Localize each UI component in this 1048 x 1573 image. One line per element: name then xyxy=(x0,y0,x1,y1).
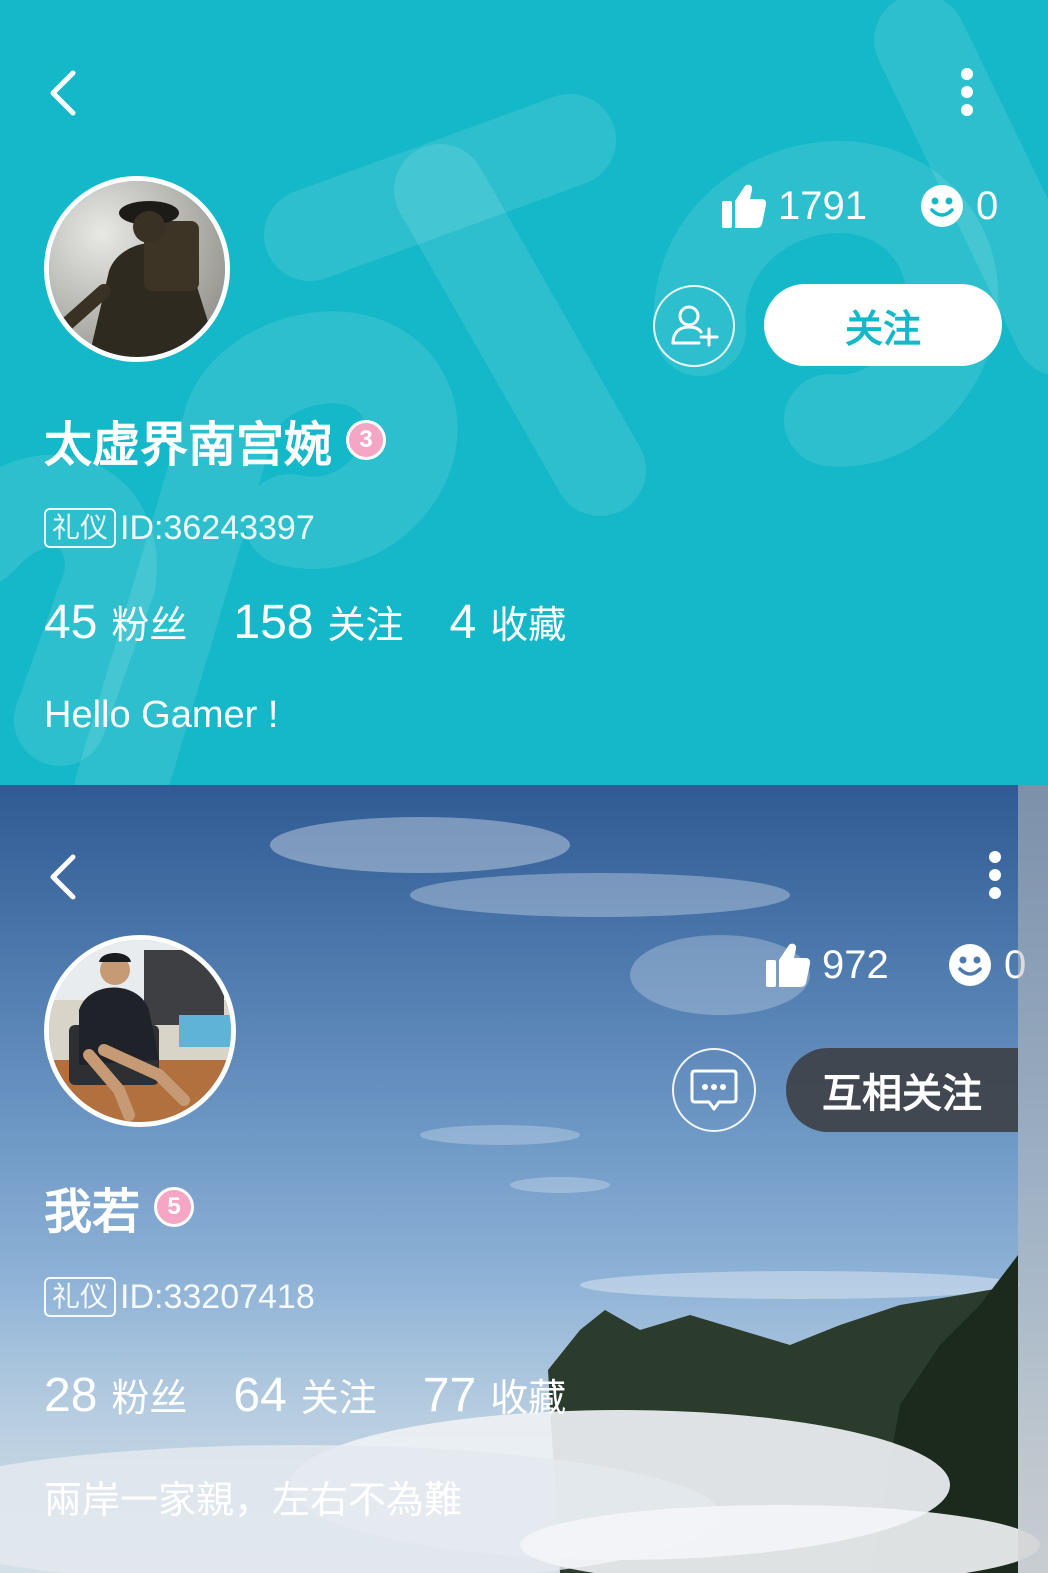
avatar[interactable] xyxy=(44,935,236,1127)
likes-stat[interactable]: 1791 xyxy=(722,178,867,234)
following-label[interactable]: 关注 xyxy=(328,594,404,649)
message-icon xyxy=(690,1069,738,1111)
avatar-image xyxy=(49,181,225,357)
thumbs-up-icon xyxy=(722,184,766,228)
smiles-count: 0 xyxy=(976,183,999,228)
user-id-line: 礼仪 ID:36243397 xyxy=(44,506,315,550)
profile-header-1: 1791 0 关注 太虚界南宫婉 3 礼仪 ID:36243397 45 粉丝 … xyxy=(0,0,1048,785)
smiles-stat[interactable]: 0 xyxy=(920,178,998,234)
likes-count: 1791 xyxy=(778,183,867,228)
username-text: 我若 xyxy=(44,1186,141,1239)
mutual-follow-button[interactable]: 互相关注 xyxy=(786,1048,1018,1132)
watermark-logo xyxy=(0,0,1048,785)
level-badge: 3 xyxy=(346,420,387,460)
more-options-button[interactable] xyxy=(980,845,1010,905)
add-user-icon xyxy=(671,305,719,347)
stats-row: 45 粉丝 158 关注 4 收藏 xyxy=(44,594,612,650)
fans-count[interactable]: 45 xyxy=(44,595,97,650)
fans-label[interactable]: 粉丝 xyxy=(111,594,187,649)
smiley-icon xyxy=(921,185,963,227)
bio: Hello Gamer ! xyxy=(44,694,279,736)
message-button[interactable] xyxy=(672,1048,756,1132)
level-badge: 5 xyxy=(154,1187,195,1227)
follow-button[interactable]: 关注 xyxy=(764,284,1002,366)
back-button[interactable] xyxy=(40,847,90,907)
fans-label[interactable]: 粉丝 xyxy=(111,1367,187,1422)
thumbs-up-icon xyxy=(766,943,810,987)
favorites-count[interactable]: 4 xyxy=(450,595,477,650)
username-text: 太虚界南宫婉 xyxy=(44,419,333,472)
user-id: ID:36243397 xyxy=(120,508,315,547)
following-count[interactable]: 158 xyxy=(233,595,313,650)
following-label[interactable]: 关注 xyxy=(301,1367,377,1422)
more-options-button[interactable] xyxy=(952,62,982,122)
more-vertical-icon xyxy=(961,68,973,116)
etiquette-tag: 礼仪 xyxy=(44,1277,117,1317)
avatar-image xyxy=(49,940,231,1122)
stats-row: 28 粉丝 64 关注 77 收藏 xyxy=(44,1367,612,1423)
favorites-label[interactable]: 收藏 xyxy=(490,594,566,649)
profile-header-2: 972 0 互相关注 我若 5 礼仪 ID:33207418 28 粉丝 64 … xyxy=(0,785,1048,1573)
bio: 兩岸一家親，左右不為難 xyxy=(44,1480,463,1522)
back-button[interactable] xyxy=(40,63,90,123)
user-id-line: 礼仪 ID:33207418 xyxy=(44,1275,315,1319)
etiquette-tag: 礼仪 xyxy=(44,508,117,548)
add-friend-button[interactable] xyxy=(653,285,735,367)
back-arrow-icon xyxy=(50,70,76,116)
username: 太虚界南宫婉 3 xyxy=(44,410,387,472)
username: 我若 5 xyxy=(44,1177,195,1239)
likes-count: 972 xyxy=(822,942,889,987)
smiley-icon xyxy=(949,944,991,986)
user-id: ID:33207418 xyxy=(120,1277,315,1316)
fans-count[interactable]: 28 xyxy=(44,1368,97,1423)
likes-stat[interactable]: 972 xyxy=(766,937,889,993)
back-arrow-icon xyxy=(50,854,76,900)
avatar[interactable] xyxy=(44,176,230,362)
favorites-count[interactable]: 77 xyxy=(423,1368,476,1423)
scrollbar[interactable] xyxy=(1018,785,1048,1573)
following-count[interactable]: 64 xyxy=(233,1368,286,1423)
more-vertical-icon xyxy=(989,851,1001,899)
favorites-label[interactable]: 收藏 xyxy=(490,1367,566,1422)
smiles-stat[interactable]: 0 xyxy=(948,937,1026,993)
